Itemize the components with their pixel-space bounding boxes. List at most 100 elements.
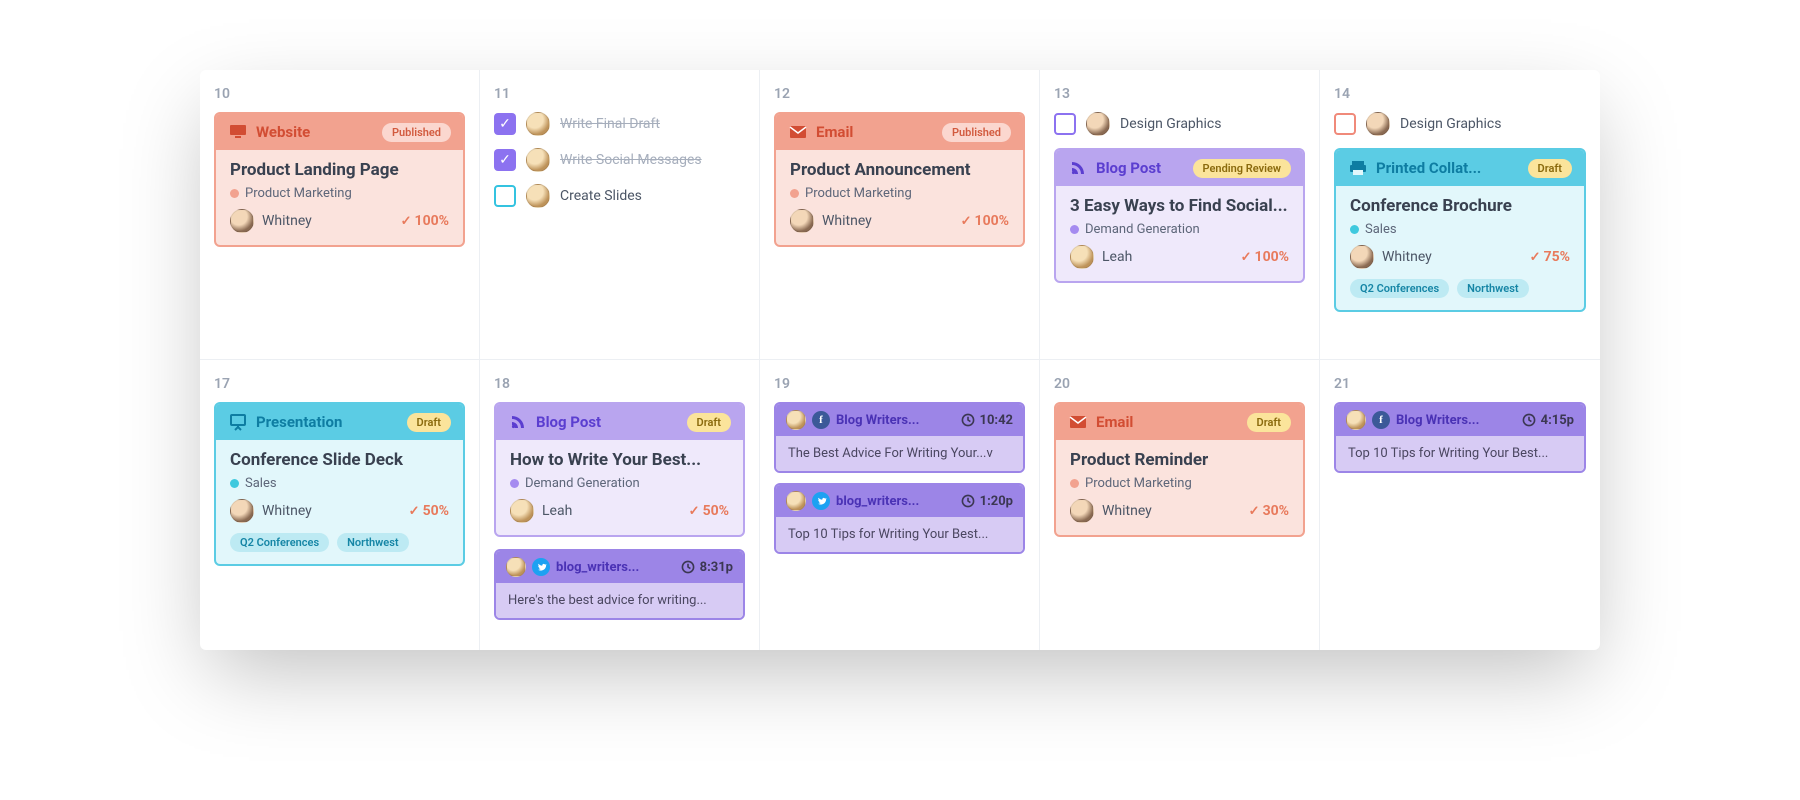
card-category: Product Marketing — [805, 186, 912, 201]
task-text: Create Slides — [560, 188, 642, 204]
assignee-name: Whitney — [822, 213, 872, 229]
status-pill: Draft — [1247, 413, 1291, 432]
progress: 50% — [689, 503, 729, 519]
status-pill: Published — [382, 123, 451, 142]
card-category: Sales — [1365, 222, 1397, 237]
status-pill: Published — [942, 123, 1011, 142]
clock-icon — [680, 559, 696, 575]
card-title: Product Reminder — [1070, 450, 1289, 470]
social-handle: blog_writers... — [836, 494, 919, 509]
checkbox-checked-icon[interactable]: ✓ — [494, 113, 516, 135]
progress: 100% — [1241, 249, 1289, 265]
progress: 100% — [961, 213, 1009, 229]
status-pill: Pending Review — [1193, 159, 1291, 178]
card-category: Demand Generation — [525, 476, 640, 491]
social-card-twitter[interactable]: blog_writers... 1:20p Top 10 Tips for Wr… — [774, 483, 1025, 554]
task-row[interactable]: Design Graphics — [1054, 112, 1305, 136]
twitter-icon — [532, 558, 550, 576]
checkbox-empty-icon[interactable] — [1054, 113, 1076, 135]
progress: 100% — [401, 213, 449, 229]
rss-icon — [508, 412, 528, 432]
day-cell-12[interactable]: 12 Email Published Product Announcement … — [760, 70, 1040, 360]
task-row[interactable]: ✓ Write Social Messages — [494, 148, 745, 172]
assignee-name: Whitney — [1382, 249, 1432, 265]
social-body: Top 10 Tips for Writing Your Best... — [1336, 436, 1584, 471]
status-pill: Draft — [1528, 159, 1572, 178]
day-cell-10[interactable]: 10 Website Published Product Landing Pag… — [200, 70, 480, 360]
day-cell-20[interactable]: 20 Email Draft Product Reminder Product … — [1040, 360, 1320, 650]
rss-icon — [1068, 158, 1088, 178]
card-category: Product Marketing — [1085, 476, 1192, 491]
checkbox-empty-icon[interactable] — [1334, 113, 1356, 135]
social-body: Top 10 Tips for Writing Your Best... — [776, 517, 1023, 552]
card-category: Sales — [245, 476, 277, 491]
day-number: 10 — [214, 82, 465, 102]
assignee-name: Leah — [542, 503, 572, 519]
avatar — [526, 184, 550, 208]
tag[interactable]: Q2 Conferences — [1350, 279, 1449, 298]
social-handle: blog_writers... — [556, 560, 639, 575]
checkbox-empty-icon[interactable] — [494, 185, 516, 207]
card-blog-post[interactable]: Blog Post Pending Review 3 Easy Ways to … — [1054, 148, 1305, 283]
avatar — [230, 209, 254, 233]
day-cell-11[interactable]: 11 ✓ Write Final Draft ✓ Write Social Me… — [480, 70, 760, 360]
clock-icon — [1521, 412, 1537, 428]
tag[interactable]: Q2 Conferences — [230, 533, 329, 552]
category-dot — [1350, 225, 1359, 234]
presentation-icon — [228, 412, 248, 432]
task-row[interactable]: Design Graphics — [1334, 112, 1586, 136]
day-cell-21[interactable]: 21 f Blog Writers... 4:15p Top 10 Tips f… — [1320, 360, 1600, 650]
day-number: 21 — [1334, 372, 1586, 392]
card-type: Blog Post — [1096, 159, 1161, 177]
progress: 75% — [1530, 249, 1570, 265]
card-printed-collateral[interactable]: Printed Collat... Draft Conference Broch… — [1334, 148, 1586, 312]
day-number: 19 — [774, 372, 1025, 392]
day-cell-19[interactable]: 19 f Blog Writers... 10:42 The Best Advi… — [760, 360, 1040, 650]
social-time: 4:15p — [1541, 413, 1574, 428]
avatar — [526, 112, 550, 136]
card-presentation[interactable]: Presentation Draft Conference Slide Deck… — [214, 402, 465, 566]
card-type: Blog Post — [536, 413, 601, 431]
progress: 30% — [1249, 503, 1289, 519]
card-blog-post[interactable]: Blog Post Draft How to Write Your Best..… — [494, 402, 745, 537]
social-card-facebook[interactable]: f Blog Writers... 10:42 The Best Advice … — [774, 402, 1025, 473]
clock-icon — [960, 412, 976, 428]
card-title: 3 Easy Ways to Find Social... — [1070, 196, 1289, 216]
tag[interactable]: Northwest — [1457, 279, 1528, 298]
card-website[interactable]: Website Published Product Landing Page P… — [214, 112, 465, 247]
day-number: 17 — [214, 372, 465, 392]
card-title: Conference Slide Deck — [230, 450, 449, 470]
avatar — [1346, 410, 1366, 430]
card-email[interactable]: Email Published Product Announcement Pro… — [774, 112, 1025, 247]
clock-icon — [960, 493, 976, 509]
task-row[interactable]: Create Slides — [494, 184, 745, 208]
avatar — [786, 410, 806, 430]
task-text: Write Final Draft — [560, 116, 660, 132]
avatar — [526, 148, 550, 172]
day-cell-17[interactable]: 17 Presentation Draft Conference Slide D… — [200, 360, 480, 650]
card-email[interactable]: Email Draft Product Reminder Product Mar… — [1054, 402, 1305, 537]
social-time: 1:20p — [980, 494, 1013, 509]
print-icon — [1348, 158, 1368, 178]
card-category: Product Marketing — [245, 186, 352, 201]
tag[interactable]: Northwest — [337, 533, 408, 552]
social-card-twitter[interactable]: blog_writers... 8:31p Here's the best ad… — [494, 549, 745, 620]
category-dot — [510, 479, 519, 488]
day-cell-13[interactable]: 13 Design Graphics Blog Post Pending Rev… — [1040, 70, 1320, 360]
task-row[interactable]: ✓ Write Final Draft — [494, 112, 745, 136]
card-type: Presentation — [256, 413, 342, 431]
avatar — [1350, 245, 1374, 269]
card-title: Conference Brochure — [1350, 196, 1570, 216]
day-cell-18[interactable]: 18 Blog Post Draft How to Write Your Bes… — [480, 360, 760, 650]
progress: 50% — [409, 503, 449, 519]
checkbox-checked-icon[interactable]: ✓ — [494, 149, 516, 171]
calendar-board: 10 Website Published Product Landing Pag… — [200, 70, 1600, 650]
day-cell-14[interactable]: 14 Design Graphics Printed Collat... Dra… — [1320, 70, 1600, 360]
facebook-icon: f — [1372, 411, 1390, 429]
avatar — [230, 499, 254, 523]
status-pill: Draft — [687, 413, 731, 432]
social-card-facebook[interactable]: f Blog Writers... 4:15p Top 10 Tips for … — [1334, 402, 1586, 473]
social-time: 8:31p — [700, 560, 733, 575]
card-title: Product Landing Page — [230, 160, 449, 180]
day-number: 20 — [1054, 372, 1305, 392]
